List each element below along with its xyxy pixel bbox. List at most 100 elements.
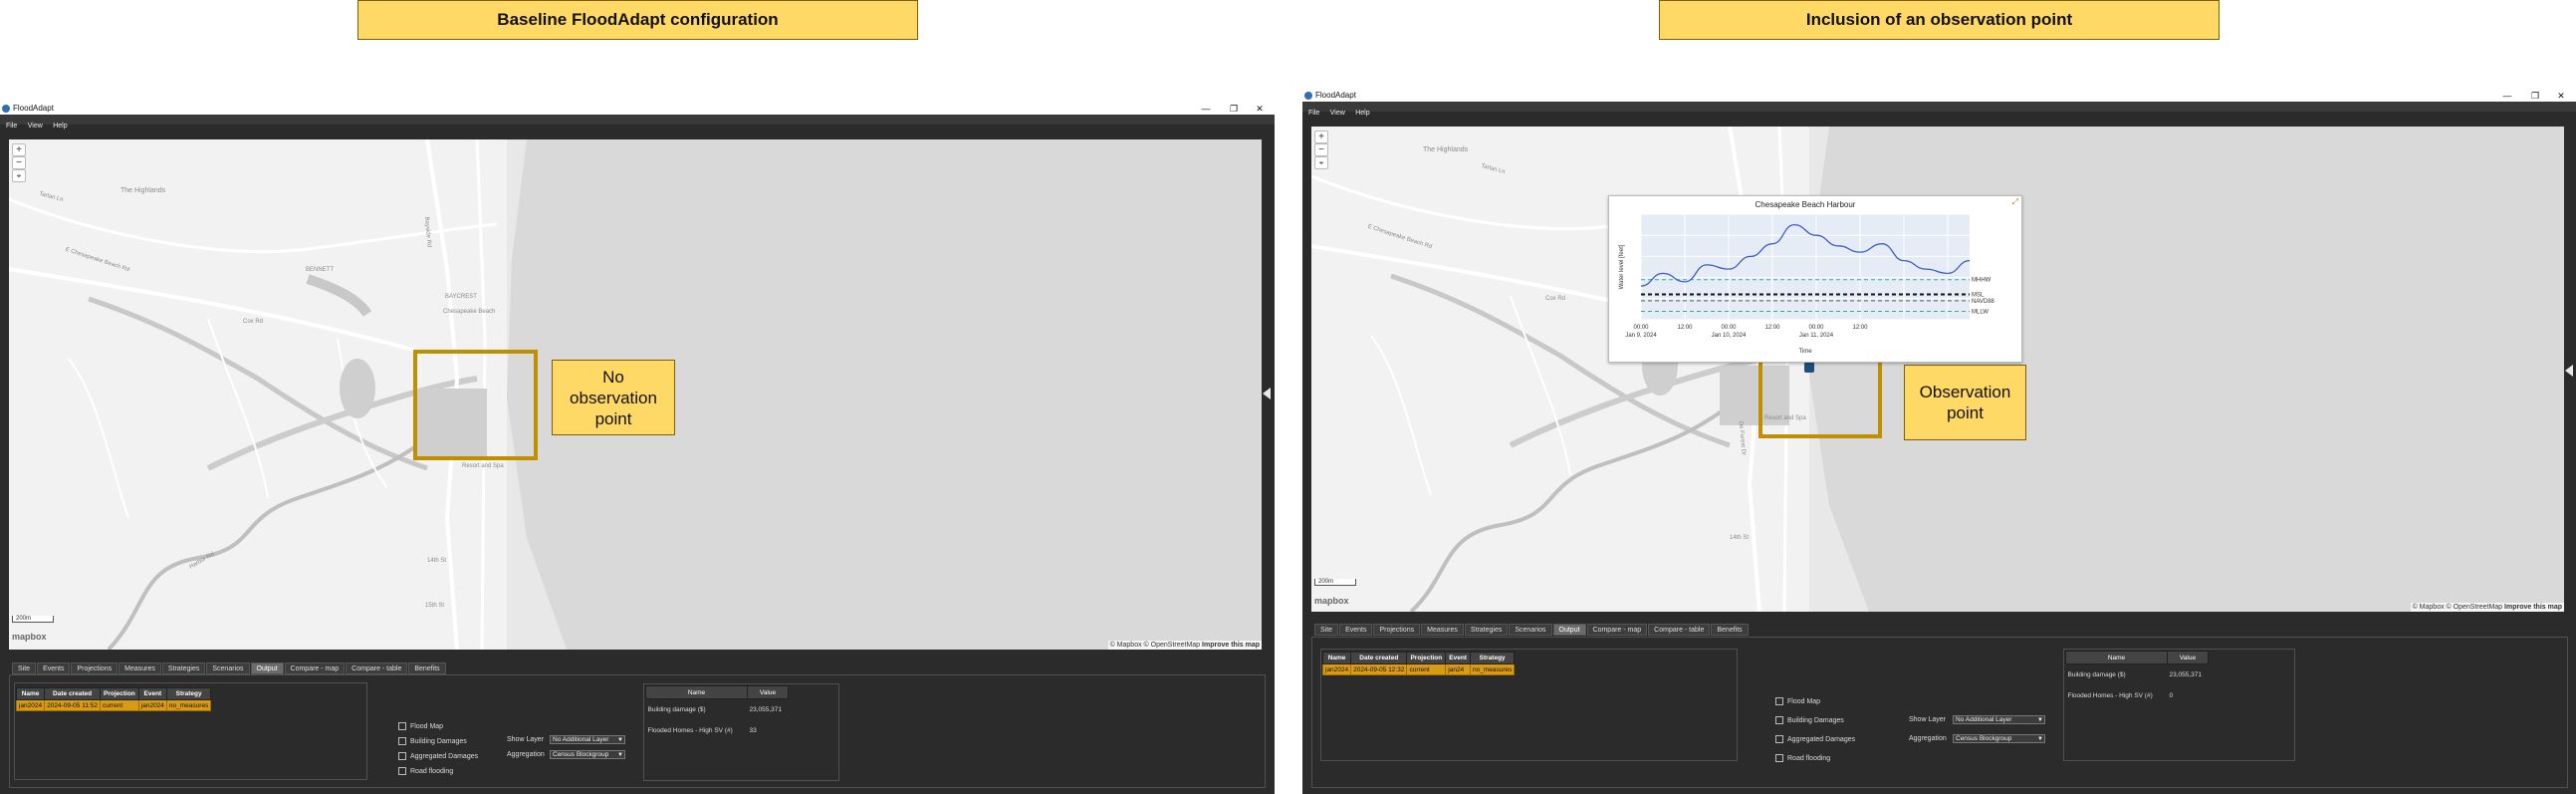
aggregation-select[interactable]: Census Blockgroup ▼ — [550, 750, 625, 759]
map-view[interactable]: + − ⌖ The Highlands E Chesapeake Beach R… — [9, 139, 1262, 650]
col-projection[interactable]: Projection — [99, 687, 139, 700]
tab-output[interactable]: Output — [1552, 624, 1586, 636]
cell-projection[interactable]: current — [99, 699, 139, 711]
tab-measures[interactable]: Measures — [118, 662, 161, 674]
tab-compare-map[interactable]: Compare - map — [284, 662, 346, 674]
show-layer-label: Show Layer — [507, 736, 544, 743]
improve-map-link[interactable]: Improve this map — [1202, 642, 1260, 649]
checkbox[interactable] — [1775, 735, 1783, 743]
callout-line: point — [1947, 403, 1984, 422]
close-button[interactable]: ✕ — [1253, 103, 1267, 115]
cell-date[interactable]: 2024-09-05 11:52 — [44, 699, 101, 711]
restore-button[interactable]: ❐ — [2528, 90, 2542, 102]
building-damages-checkbox[interactable]: Building Damages — [398, 737, 467, 745]
tab-projections[interactable]: Projections — [1373, 624, 1421, 636]
menu-view[interactable]: View — [28, 123, 43, 130]
checkbox[interactable] — [1775, 716, 1783, 724]
no-observation-callout: No observation point — [552, 360, 675, 435]
flood-map-checkbox[interactable]: Flood Map — [398, 722, 443, 730]
col-date-created[interactable]: Date created — [44, 687, 101, 700]
tab-scenarios[interactable]: Scenarios — [1509, 624, 1552, 636]
tab-site[interactable]: Site — [1314, 624, 1339, 636]
minimize-button[interactable]: — — [1199, 103, 1213, 115]
cell-strategy[interactable]: no_measures — [1469, 663, 1516, 675]
improve-map-link[interactable]: Improve this map — [2504, 604, 2562, 611]
tab-events[interactable]: Events — [37, 662, 71, 674]
col-event[interactable]: Event — [1445, 652, 1471, 664]
tab-projections[interactable]: Projections — [71, 662, 118, 674]
tab-benefits[interactable]: Benefits — [1711, 624, 1749, 636]
menu-file[interactable]: File — [6, 123, 17, 130]
minimize-button[interactable]: — — [2500, 90, 2514, 102]
restore-button[interactable]: ❐ — [1227, 103, 1241, 115]
tab-measures[interactable]: Measures — [1421, 624, 1464, 636]
menu-help[interactable]: Help — [53, 123, 67, 130]
metrics-col-name[interactable]: Name — [2065, 651, 2168, 664]
cell-event[interactable]: jan24 — [1445, 663, 1471, 675]
metric-name: Flooded Homes - High SV (#) — [647, 727, 733, 734]
zoom-in-button[interactable]: + — [1314, 131, 1328, 143]
checkbox[interactable] — [398, 737, 406, 745]
collapse-panel-arrow-icon[interactable] — [1263, 388, 1271, 399]
compass-icon[interactable]: ⌖ — [12, 169, 26, 182]
checkbox[interactable] — [1775, 697, 1783, 705]
col-date-created[interactable]: Date created — [1350, 652, 1408, 664]
cell-name[interactable]: jan2024 — [1321, 663, 1352, 675]
tab-compare-table[interactable]: Compare - table — [346, 662, 408, 674]
col-event[interactable]: Event — [137, 687, 167, 700]
map-attribution: © Mapbox © OpenStreetMap Improve this ma… — [1107, 641, 1262, 650]
tab-site[interactable]: Site — [12, 662, 37, 674]
attribution-mapbox[interactable]: © Mapbox — [1110, 642, 1142, 649]
aggregation-select[interactable]: Census Blockgroup ▼ — [1953, 734, 2045, 743]
menu-help[interactable]: Help — [1355, 110, 1369, 117]
tab-events[interactable]: Events — [1339, 624, 1373, 636]
table-row[interactable]: jan2024 2024-09-05 11:52 current jan2024… — [15, 699, 212, 711]
zoom-out-button[interactable]: − — [1314, 143, 1328, 156]
cell-strategy[interactable]: no_measures — [165, 699, 212, 711]
col-strategy[interactable]: Strategy — [1469, 652, 1516, 664]
tab-strategies[interactable]: Strategies — [1464, 624, 1509, 636]
table-row[interactable]: jan2024 2024-09-05 12:32 current jan24 n… — [1321, 663, 1516, 675]
tab-benefits[interactable]: Benefits — [408, 662, 446, 674]
attribution-mapbox[interactable]: © Mapbox — [2413, 604, 2445, 611]
attribution-osm[interactable]: © OpenStreetMap — [1144, 642, 1201, 649]
building-damages-checkbox[interactable]: Building Damages — [1775, 716, 1844, 724]
cell-event[interactable]: jan2024 — [137, 699, 167, 711]
col-name[interactable]: Name — [15, 687, 46, 700]
close-button[interactable]: ✕ — [2554, 90, 2568, 102]
flood-map-checkbox[interactable]: Flood Map — [1775, 697, 1820, 705]
compass-icon[interactable]: ⌖ — [1314, 156, 1328, 169]
metrics-col-value[interactable]: Value — [2167, 651, 2209, 664]
tab-output[interactable]: Output — [250, 662, 284, 674]
checkbox[interactable] — [398, 767, 406, 775]
zoom-out-button[interactable]: − — [12, 156, 26, 169]
metrics-col-name[interactable]: Name — [645, 685, 748, 699]
checkbox[interactable] — [398, 752, 406, 760]
attribution-osm[interactable]: © OpenStreetMap — [2447, 604, 2503, 611]
show-layer-select[interactable]: No Additional Layer ▼ — [1953, 715, 2045, 724]
map-view[interactable]: + − ⌖ The Highlands E Chesapeake Beach R… — [1311, 127, 2564, 612]
zoom-in-button[interactable]: + — [12, 143, 26, 156]
aggregated-damages-checkbox[interactable]: Aggregated Damages — [1775, 735, 1855, 743]
cell-projection[interactable]: current — [1406, 663, 1447, 675]
checkbox[interactable] — [1775, 754, 1783, 762]
tab-compare-table[interactable]: Compare - table — [1648, 624, 1711, 636]
col-name[interactable]: Name — [1321, 652, 1352, 664]
tab-scenarios[interactable]: Scenarios — [206, 662, 250, 674]
show-layer-select[interactable]: No Additional Layer ▼ — [550, 735, 625, 744]
callout-line: point — [594, 408, 632, 428]
tab-strategies[interactable]: Strategies — [161, 662, 206, 674]
collapse-panel-arrow-icon[interactable] — [2565, 365, 2573, 377]
col-projection[interactable]: Projection — [1406, 652, 1447, 664]
cell-date[interactable]: 2024-09-05 12:32 — [1350, 663, 1408, 675]
checkbox[interactable] — [398, 722, 406, 730]
menu-view[interactable]: View — [1330, 110, 1345, 117]
menu-file[interactable]: File — [1308, 110, 1319, 117]
aggregated-damages-checkbox[interactable]: Aggregated Damages — [398, 752, 478, 760]
road-flooding-checkbox[interactable]: Road flooding — [1775, 754, 1830, 762]
road-flooding-checkbox[interactable]: Road flooding — [398, 767, 453, 775]
col-strategy[interactable]: Strategy — [165, 687, 212, 700]
tab-compare-map[interactable]: Compare - map — [1586, 624, 1648, 636]
metrics-col-value[interactable]: Value — [747, 685, 789, 699]
cell-name[interactable]: jan2024 — [15, 699, 46, 711]
